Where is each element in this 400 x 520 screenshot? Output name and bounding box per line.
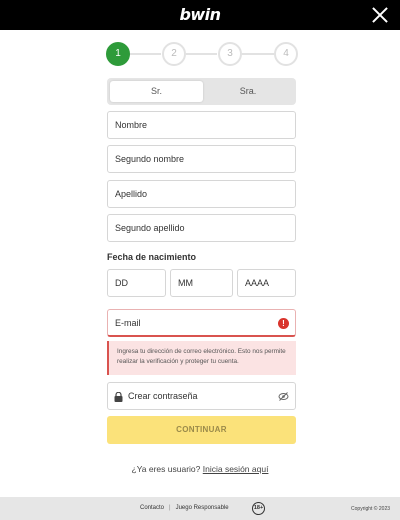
second-last-name-field[interactable]: Segundo apellido — [107, 214, 296, 242]
birth-year-field[interactable]: AAAA — [237, 269, 296, 297]
footer-separator: | — [169, 505, 171, 511]
title-option-sr[interactable]: Sr. — [110, 81, 203, 102]
birth-day-field[interactable]: DD — [107, 269, 166, 297]
lock-icon — [114, 392, 123, 402]
age-18-badge: 18+ — [252, 502, 265, 515]
first-name-field[interactable]: Nombre — [107, 111, 296, 139]
middle-name-field[interactable]: Segundo nombre — [107, 145, 296, 173]
already-user-text: ¿Ya eres usuario? — [131, 464, 201, 474]
step-3: 3 — [218, 42, 242, 66]
footer-links: Contacto | Juego Responsable — [140, 505, 229, 511]
copyright-text: Copyright © 2023 — [351, 506, 390, 512]
continue-button[interactable]: CONTINUAR — [107, 416, 296, 444]
login-link[interactable]: Inicia sesión aquí — [203, 464, 269, 474]
responsible-gaming-link[interactable]: Juego Responsable — [176, 505, 229, 511]
step-4: 4 — [274, 42, 298, 66]
last-name-field[interactable]: Apellido — [107, 180, 296, 208]
registration-stepper: 1 2 3 4 — [106, 42, 298, 66]
password-field[interactable]: Crear contraseña — [107, 382, 296, 410]
close-icon[interactable] — [370, 5, 390, 25]
email-placeholder: E-mail — [115, 318, 141, 328]
eye-off-icon[interactable] — [278, 391, 289, 402]
top-bar: bwin — [0, 0, 400, 30]
email-field[interactable]: E-mail ! — [107, 309, 296, 337]
login-prompt: ¿Ya eres usuario? Inicia sesión aquí — [0, 464, 400, 474]
title-toggle: Sr. Sra. — [107, 78, 296, 105]
step-connector — [130, 53, 161, 55]
step-1: 1 — [106, 42, 130, 66]
password-placeholder: Crear contraseña — [128, 391, 198, 401]
title-option-sra[interactable]: Sra. — [203, 81, 293, 102]
step-2: 2 — [162, 42, 186, 66]
bwin-logo[interactable]: bwin — [0, 5, 400, 24]
footer: Contacto | Juego Responsable 18+ Copyright… — [0, 497, 400, 520]
email-error-message: Ingresa tu dirección de correo electróni… — [107, 341, 296, 375]
error-icon: ! — [278, 318, 289, 329]
contact-link[interactable]: Contacto — [140, 505, 164, 511]
birth-month-field[interactable]: MM — [170, 269, 233, 297]
step-connector — [242, 53, 274, 55]
birthdate-label: Fecha de nacimiento — [107, 252, 197, 262]
step-connector — [186, 53, 217, 55]
